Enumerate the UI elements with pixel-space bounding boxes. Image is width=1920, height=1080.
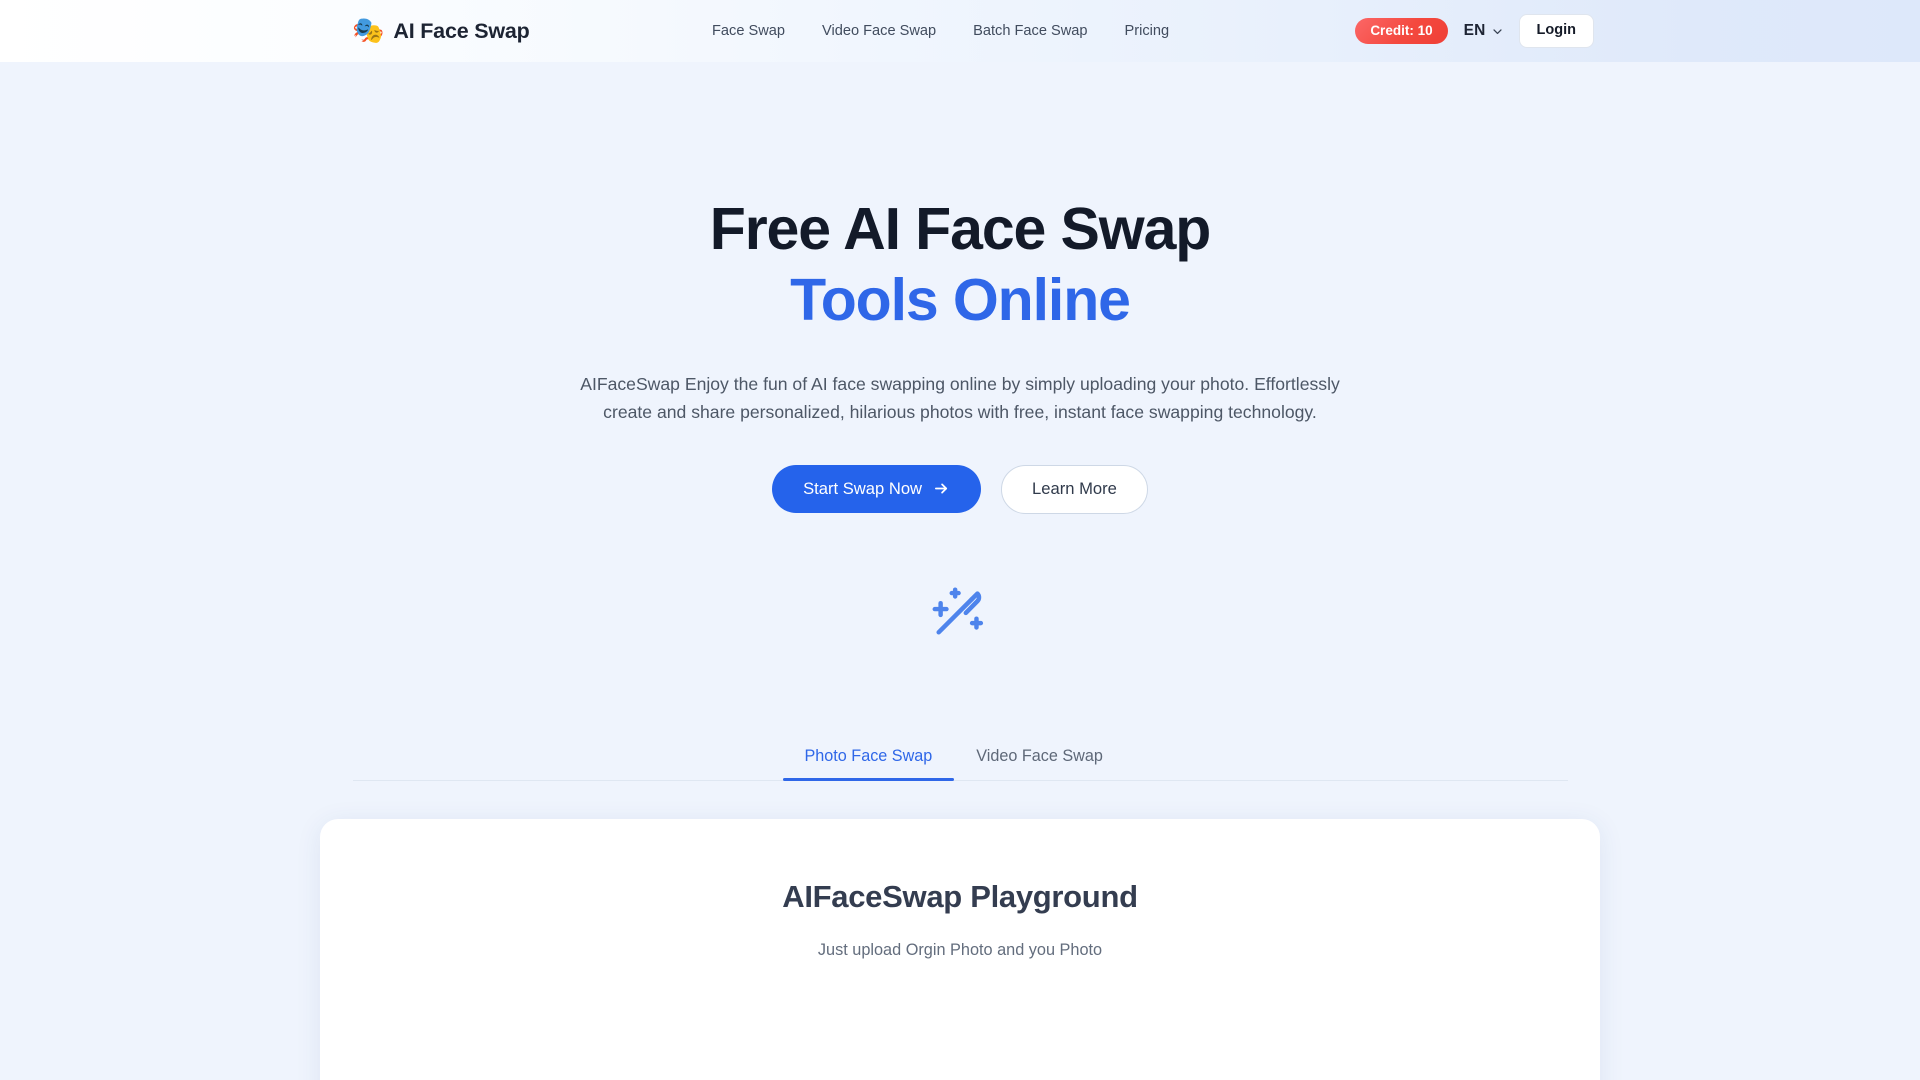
credit-badge[interactable]: Credit: 10 bbox=[1355, 17, 1448, 45]
mode-tabs-region: Photo Face Swap Video Face Swap bbox=[0, 738, 1920, 782]
language-label: EN bbox=[1463, 22, 1486, 39]
nav-item-face-swap[interactable]: Face Swap bbox=[712, 23, 785, 39]
login-button[interactable]: Login bbox=[1518, 14, 1594, 48]
playground-card: AIFaceSwap Playground Just upload Orgin … bbox=[320, 819, 1600, 1080]
main-navigation: Face Swap Video Face Swap Batch Face Swa… bbox=[712, 23, 1169, 39]
tab-photo-face-swap[interactable]: Photo Face Swap bbox=[782, 738, 955, 782]
brand-logo-link[interactable]: 🎭 AI Face Swap bbox=[352, 15, 530, 45]
theater-masks-icon: 🎭 bbox=[352, 15, 385, 45]
hero-title-line-1: Free AI Face Swap bbox=[709, 196, 1212, 262]
mode-tabs: Photo Face Swap Video Face Swap bbox=[352, 738, 1568, 782]
brand-name: AI Face Swap bbox=[393, 18, 530, 43]
tab-video-face-swap[interactable]: Video Face Swap bbox=[954, 738, 1125, 780]
header-inner: 🎭 AI Face Swap Face Swap Video Face Swap… bbox=[0, 0, 1920, 62]
page-root: 🎭 AI Face Swap Face Swap Video Face Swap… bbox=[0, 0, 1920, 1080]
arrow-right-icon bbox=[935, 483, 948, 494]
nav-item-video-face-swap[interactable]: Video Face Swap bbox=[822, 23, 936, 39]
site-header: 🎭 AI Face Swap Face Swap Video Face Swap… bbox=[0, 0, 1920, 62]
language-selector[interactable]: EN bbox=[1464, 22, 1503, 40]
magic-wand-sparkles-icon bbox=[932, 587, 984, 635]
chevron-down-icon bbox=[1492, 28, 1502, 34]
learn-more-button[interactable]: Learn More bbox=[1001, 464, 1148, 515]
header-actions: Credit: 10 EN Login bbox=[1355, 14, 1594, 48]
hero-title-line-2: Tools Online bbox=[790, 267, 1131, 333]
hero-description: AIFaceSwap Enjoy the fun of AI face swap… bbox=[580, 374, 1340, 423]
playground-region: AIFaceSwap Playground Just upload Orgin … bbox=[0, 819, 1920, 1080]
hero-section: Free AI Face Swap Tools Online AIFaceSwa… bbox=[0, 62, 1920, 646]
playground-title: AIFaceSwap Playground bbox=[782, 879, 1138, 915]
start-swap-now-button[interactable]: Start Swap Now bbox=[772, 465, 982, 514]
nav-item-pricing[interactable]: Pricing bbox=[1125, 23, 1170, 39]
playground-subtitle: Just upload Orgin Photo and you Photo bbox=[817, 941, 1103, 960]
page-title: Free AI Face Swap Tools Online bbox=[710, 200, 1212, 333]
start-swap-now-label: Start Swap Now bbox=[803, 478, 923, 498]
hero-cta-group: Start Swap Now Learn More bbox=[772, 464, 1148, 515]
nav-item-batch-face-swap[interactable]: Batch Face Swap bbox=[973, 23, 1087, 39]
hero-decoration bbox=[925, 576, 995, 646]
